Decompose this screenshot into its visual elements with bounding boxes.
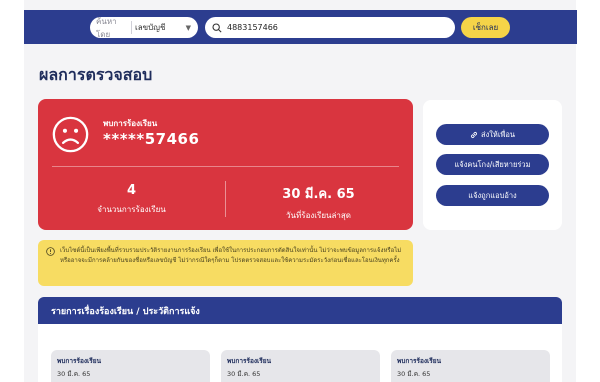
complaint-item-date: 30 มี.ค. 65 — [397, 370, 431, 378]
disclaimer-text: เว็บไซต์นี้เป็นเพียงพื้นที่รวบรวมประวัติ… — [60, 247, 402, 264]
complaint-list-header: รายการเรื่องร้องเรียน / ประวัติการแจ้ง — [38, 297, 562, 324]
link-icon — [470, 131, 478, 138]
result-status-label: พบการร้องเรียน — [103, 119, 158, 128]
last-complaint-date-stat: 30 มี.ค. 65 วันที่ร้องเรียนล่าสุด — [225, 183, 412, 222]
complaint-item-title: พบการร้องเรียน — [397, 357, 442, 365]
last-complaint-date-label: วันที่ร้องเรียนล่าสุด — [286, 211, 351, 220]
divider — [131, 21, 132, 34]
sad-face-icon — [52, 116, 89, 153]
complaint-item-title: พบการร้องเรียน — [227, 357, 272, 365]
share-button-label: ส่งให้เพื่อน — [481, 129, 515, 139]
check-button[interactable]: เช็กเลย — [461, 17, 510, 38]
report-impersonation-button-label: แจ้งถูกแอบอ้าง — [468, 190, 517, 200]
report-impersonation-button[interactable]: แจ้งถูกแอบอ้าง — [436, 185, 549, 206]
complaint-item-title: พบการร้องเรียน — [57, 357, 102, 365]
divider — [52, 166, 399, 167]
result-card: พบการร้องเรียน *****57466 4 จำนวนการร้อง… — [38, 99, 413, 230]
search-type-value: เลขบัญชี — [135, 23, 166, 32]
info-icon — [46, 247, 55, 256]
report-fraud-button-label: แจ้งคนโกง/เสียหายร่วม — [454, 159, 531, 169]
masked-account-number: *****57466 — [103, 130, 200, 148]
action-panel: ส่งให้เพื่อน แจ้งคนโกง/เสียหายร่วม แจ้งถ… — [423, 100, 562, 230]
complaint-item[interactable]: พบการร้องเรียน 30 มี.ค. 65 — [391, 350, 550, 382]
complaint-item[interactable]: พบการร้องเรียน 30 มี.ค. 65 — [51, 350, 210, 382]
share-button[interactable]: ส่งให้เพื่อน — [436, 124, 549, 145]
search-input[interactable]: 4883157466 — [205, 17, 455, 38]
complaint-item-date: 30 มี.ค. 65 — [57, 370, 91, 378]
complaint-count-value: 4 — [126, 183, 137, 198]
report-fraud-button[interactable]: แจ้งคนโกง/เสียหายร่วม — [436, 154, 549, 175]
complaint-count-label: จำนวนการร้องเรียน — [97, 205, 166, 214]
complaint-list-title: รายการเรื่องร้องเรียน / ประวัติการแจ้ง — [51, 306, 200, 317]
page-title: ผลการตรวจสอบ — [39, 65, 153, 84]
complaint-item[interactable]: พบการร้องเรียน 30 มี.ค. 65 — [221, 350, 380, 382]
complaint-item-date: 30 มี.ค. 65 — [227, 370, 261, 378]
search-type-label: ค้นหาโดย — [96, 16, 117, 39]
disclaimer-notice: เว็บไซต์นี้เป็นเพียงพื้นที่รวบรวมประวัติ… — [38, 240, 413, 286]
search-type-select[interactable]: ค้นหาโดย เลขบัญชี ▼ — [90, 16, 198, 39]
chevron-down-icon: ▼ — [185, 23, 191, 32]
last-complaint-date-value: 30 มี.ค. 65 — [282, 187, 355, 202]
search-query-text: 4883157466 — [227, 23, 278, 32]
search-icon — [212, 22, 222, 33]
complaint-count-stat: 4 จำนวนการร้องเรียน — [38, 183, 225, 216]
